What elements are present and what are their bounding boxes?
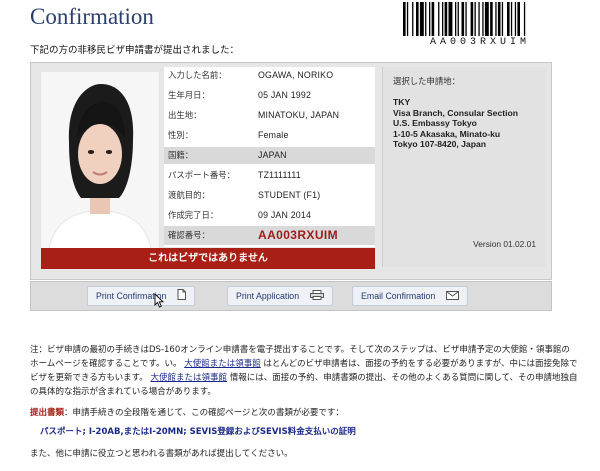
print-confirmation-button[interactable]: Print Confirmation bbox=[87, 286, 195, 306]
applicant-photo-icon bbox=[41, 72, 159, 260]
detail-row-purpose: 渡航目的： STUDENT (F1) bbox=[164, 187, 375, 204]
page-title: Confirmation bbox=[30, 4, 154, 29]
confirmation-card: 入力した名前： OGAWA, NORIKO 生年月日： 05 JAN 1992 … bbox=[30, 62, 552, 280]
location-code: TKY bbox=[393, 97, 411, 107]
detail-row-confirmation: 確認番号： AA003RXUIM bbox=[164, 226, 375, 245]
detail-value: 09 JAN 2014 bbox=[258, 210, 312, 220]
applicant-details: 入力した名前： OGAWA, NORIKO 生年月日： 05 JAN 1992 … bbox=[164, 67, 375, 247]
detail-row-name: 入力した名前： OGAWA, NORIKO bbox=[164, 67, 375, 84]
applicant-photo bbox=[41, 72, 159, 260]
detail-label: 性別： bbox=[168, 130, 194, 140]
document-icon bbox=[177, 288, 186, 306]
barcode-icon bbox=[403, 2, 526, 36]
detail-value: 05 JAN 1992 bbox=[258, 90, 312, 100]
barcode-text: AA003RXUIM bbox=[429, 37, 530, 48]
email-confirmation-label: Email Confirmation bbox=[361, 291, 436, 301]
required-documents-text: ：申請手続きの全段階を通じて、この確認ページと次の書類が必要です： bbox=[64, 408, 344, 418]
intro-text: 下記の方の非移民ビザ申請書が提出されました： bbox=[30, 45, 240, 56]
location-line: Visa Branch, Consular Section bbox=[393, 107, 518, 118]
detail-row-sex: 性別： Female bbox=[164, 127, 375, 144]
detail-value: JAPAN bbox=[258, 150, 287, 160]
detail-label: 国籍： bbox=[168, 150, 194, 160]
location-line: U.S. Embassy Tokyo bbox=[393, 118, 477, 128]
embassy-link[interactable]: 大使館または領事館 bbox=[151, 373, 228, 383]
envelope-icon bbox=[445, 288, 459, 306]
action-bar: Print Confirmation Print Application Ema… bbox=[30, 281, 552, 311]
version-text: Version 01.02.01 bbox=[473, 239, 536, 249]
application-location: 選択した申請地： TKY Visa Branch, Consular Secti… bbox=[382, 67, 546, 267]
detail-label: 作成完了日： bbox=[168, 210, 219, 220]
detail-row-passport: パスポート番号： TZ1111111 bbox=[164, 167, 375, 184]
printer-icon bbox=[309, 288, 324, 306]
required-documents: 提出書類：申請手続きの全段階を通じて、この確認ページと次の書類が必要です： bbox=[30, 406, 344, 418]
detail-label: 入力した名前： bbox=[168, 70, 227, 80]
email-confirmation-button[interactable]: Email Confirmation bbox=[352, 286, 468, 306]
detail-label: 出生地： bbox=[168, 110, 202, 120]
not-a-visa-notice: これはビザではありません bbox=[41, 248, 375, 269]
detail-value: Female bbox=[258, 130, 289, 140]
detail-label: 生年月日： bbox=[168, 90, 210, 100]
detail-value: MINATOKU, JAPAN bbox=[258, 110, 340, 120]
print-application-label: Print Application bbox=[236, 291, 300, 301]
embassy-link[interactable]: 大使館または領事館 bbox=[184, 359, 261, 369]
print-application-button[interactable]: Print Application bbox=[227, 286, 333, 306]
detail-label: パスポート番号： bbox=[168, 170, 235, 180]
detail-value: OGAWA, NORIKO bbox=[258, 70, 334, 80]
barcode: AA003RXUIM bbox=[402, 2, 558, 48]
detail-row-birthplace: 出生地： MINATOKU, JAPAN bbox=[164, 107, 375, 124]
detail-row-completed: 作成完了日： 09 JAN 2014 bbox=[164, 207, 375, 224]
detail-label: 確認番号： bbox=[168, 230, 210, 240]
location-line: 1-10-5 Akasaka, Minato-ku bbox=[393, 128, 501, 139]
location-line: Tokyo 107-8420, Japan bbox=[393, 139, 486, 149]
detail-row-nationality: 国籍： JAPAN bbox=[164, 147, 375, 164]
mouse-pointer-icon bbox=[153, 292, 165, 313]
required-documents-label: 提出書類 bbox=[30, 408, 65, 418]
instructions-paragraph: 注：ビザ申請の最初の手続きはDS-160オンライン申請書を電子提出することです。… bbox=[30, 343, 578, 399]
detail-row-dob: 生年月日： 05 JAN 1992 bbox=[164, 87, 375, 104]
location-label: 選択した申請地： bbox=[393, 76, 460, 86]
required-documents-list: パスポート; I-20AB,またはI-20MN; SEVIS登録およびSEVIS… bbox=[40, 427, 356, 437]
confirmation-number: AA003RXUIM bbox=[258, 228, 339, 242]
additional-documents-note: また、他に申請に役立つと思われる書類があれば提出してください。 bbox=[30, 449, 293, 459]
detail-value: STUDENT (F1) bbox=[258, 190, 321, 200]
detail-value: TZ1111111 bbox=[258, 170, 301, 180]
location-address: TKY Visa Branch, Consular Section U.S. E… bbox=[393, 97, 518, 150]
detail-label: 渡航目的： bbox=[168, 190, 210, 200]
